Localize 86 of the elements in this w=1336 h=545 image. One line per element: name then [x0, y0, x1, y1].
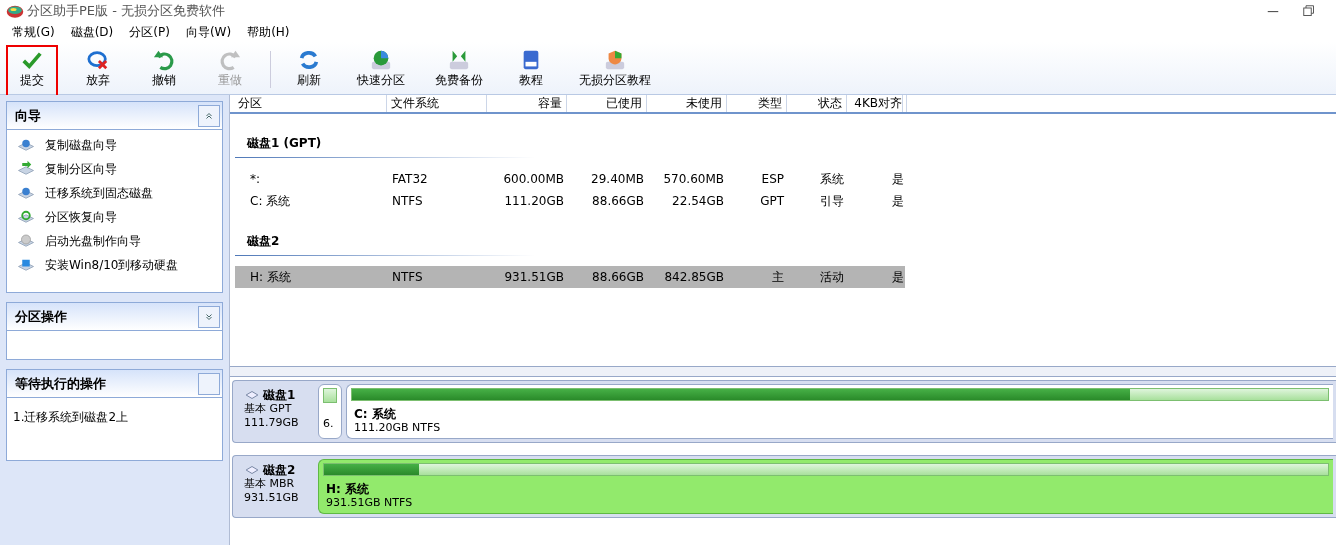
table-cell-text: GPT	[759, 193, 785, 210]
column-header[interactable]: 状态	[787, 95, 847, 112]
toolbar-button[interactable]: 免费备份	[427, 45, 491, 97]
toolbar-button[interactable]: 教程	[505, 45, 557, 97]
window-title: 分区助手PE版 - 无损分区免费软件	[27, 2, 225, 21]
partition-info: 931.51GB NTFS	[325, 496, 414, 510]
partition-block[interactable]: H: 系统 931.51GB NTFS	[318, 459, 1333, 514]
menu-item[interactable]: 磁盘(D)	[62, 23, 122, 41]
wizard-link[interactable]: 安装Win8/10到移动硬盘	[45, 256, 179, 274]
wizard-link[interactable]: 分区恢复向导	[45, 208, 117, 226]
panel-title: 分区操作	[14, 307, 68, 326]
partition-label: C: 系统	[353, 407, 397, 421]
toolbar-button[interactable]: 无损分区教程	[571, 45, 659, 97]
disk-name: 磁盘1	[263, 388, 296, 402]
table-cell-text: 842.85GB	[663, 269, 725, 286]
table-cell-text: 引导	[819, 193, 845, 210]
table-cell-text: 931.51GB	[503, 269, 565, 286]
column-header[interactable]: 分区	[234, 95, 387, 112]
table-cell-text: 22.54GB	[671, 193, 725, 210]
disk-icon	[17, 208, 35, 226]
disk-icon	[17, 232, 35, 250]
undo-icon	[153, 49, 175, 71]
table-cell-text: 570.60MB	[662, 171, 725, 188]
partition-block[interactable]: C: 系统 111.20GB NTFS	[346, 384, 1333, 439]
table-cell-text: 600.00MB	[502, 171, 565, 188]
panel-title: 向导	[14, 106, 42, 125]
menu-item[interactable]: 向导(W)	[177, 23, 240, 41]
table-cell-text: NTFS	[391, 269, 424, 286]
disk-name: 磁盘2	[263, 463, 296, 477]
partition-info: 6.	[323, 417, 335, 431]
disk-type: 基本 GPT	[244, 402, 293, 416]
toolbar-button[interactable]: 快速分区	[349, 45, 413, 97]
wizard-link[interactable]: 启动光盘制作向导	[45, 232, 141, 250]
partition-block[interactable]: 6.	[318, 384, 342, 439]
table-cell-text: 系统	[819, 171, 845, 188]
panel-title: 等待执行的操作	[14, 374, 107, 393]
disk-pie-icon	[370, 49, 392, 71]
partition-label: H: 系统	[325, 482, 371, 496]
column-header[interactable]: 类型	[727, 95, 787, 112]
cancel-icon	[87, 49, 109, 71]
table-cell-text: 29.40MB	[590, 171, 645, 188]
table-cell-text: *:	[249, 171, 262, 188]
panel-toggle[interactable]	[198, 104, 220, 127]
menu-item[interactable]: 分区(P)	[121, 23, 178, 41]
table-cell-text: ESP	[760, 171, 785, 188]
usage-bar	[323, 388, 337, 403]
splitter[interactable]	[230, 367, 1336, 377]
disk-size: 111.79GB	[244, 416, 300, 430]
table-cell-text: H: 系统	[249, 269, 292, 286]
backup-icon	[448, 49, 470, 71]
column-header[interactable]: 4KB对齐	[847, 95, 907, 112]
column-header[interactable]: 文件系统	[387, 95, 487, 112]
table-cell-text: 是	[891, 269, 905, 286]
table-cell-text: NTFS	[391, 193, 424, 210]
menu-item[interactable]: 常规(G)	[4, 23, 63, 41]
table-cell-text: 主	[771, 269, 785, 286]
drive-icon	[244, 388, 260, 402]
table-cell-text: 是	[891, 171, 905, 188]
menu-item[interactable]: 帮助(H)	[239, 23, 298, 41]
toolbar-button[interactable]: 放弃	[72, 45, 124, 97]
column-header[interactable]: 容量	[487, 95, 567, 112]
column-header[interactable]: 已使用	[567, 95, 647, 112]
wizard-link[interactable]: 复制磁盘向导	[45, 136, 117, 154]
toolbar-button[interactable]: 撤销	[138, 45, 190, 97]
refresh-icon	[298, 49, 320, 71]
table-cell-text: 88.66GB	[591, 269, 645, 286]
table-cell-text: C: 系统	[249, 193, 292, 210]
table-cell-text: 活动	[819, 269, 845, 286]
pending-operation: 1.迁移系统到磁盘2上	[13, 409, 129, 426]
column-header[interactable]: 未使用	[647, 95, 727, 112]
wizard-link[interactable]: 复制分区向导	[45, 160, 117, 178]
table-cell-text: FAT32	[391, 171, 429, 188]
table-row[interactable]: H: 系统 NTFS 931.51GB 88.66GB 842.85GB 主 活动 是	[235, 266, 905, 288]
partition-info: 111.20GB NTFS	[353, 421, 442, 435]
toolbar-button[interactable]: 刷新	[283, 45, 335, 97]
panel-toggle[interactable]	[198, 372, 220, 395]
panel-toggle[interactable]	[198, 305, 220, 328]
table-cell-text: 是	[891, 193, 905, 210]
drive-icon	[244, 463, 260, 477]
disk-size: 931.51GB	[244, 491, 300, 505]
disk-icon	[17, 160, 35, 178]
wizard-link[interactable]: 迁移系统到固态磁盘	[45, 184, 153, 202]
table-cell-text: 88.66GB	[591, 193, 645, 210]
redo-icon	[219, 49, 241, 71]
disk-type: 基本 MBR	[244, 477, 296, 491]
table-cell-text: 111.20GB	[503, 193, 565, 210]
